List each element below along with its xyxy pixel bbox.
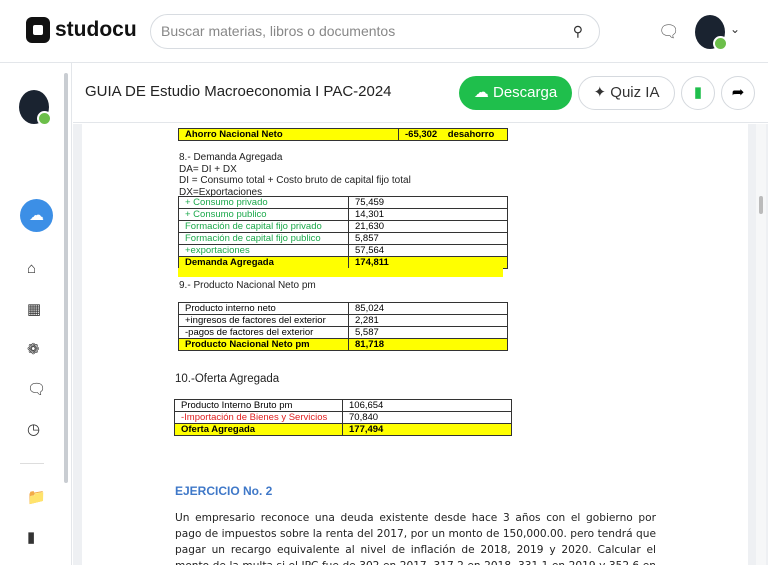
bookmark-icon: ▮ bbox=[693, 84, 703, 101]
quiz-ai-button[interactable]: ✦ Quiz IA bbox=[578, 76, 675, 110]
cell-label: Demanda Agregada bbox=[178, 256, 349, 269]
chat-icon[interactable]: 🗨 bbox=[27, 380, 46, 398]
download-button[interactable]: ☁ Descarga bbox=[459, 76, 572, 110]
cell-label: Oferta Agregada bbox=[174, 423, 343, 436]
save-button[interactable]: ▮ bbox=[681, 76, 715, 110]
share-button[interactable]: ➦ bbox=[721, 76, 755, 110]
cell-label: -pagos de factores del exterior bbox=[178, 326, 349, 339]
cell-value: 57,564 bbox=[348, 244, 508, 257]
brand-name: studocu bbox=[55, 18, 137, 41]
user-avatar[interactable] bbox=[695, 15, 728, 51]
cell-value: 106,654 bbox=[342, 399, 512, 412]
divider bbox=[20, 463, 44, 464]
exercise-text: Un empresario reconoce una deuda existen… bbox=[175, 512, 656, 565]
cell-label: + Consumo privado bbox=[178, 196, 349, 209]
logo-icon bbox=[26, 17, 50, 43]
ahorro-note: desahorro bbox=[447, 129, 495, 140]
scroll-thumb[interactable] bbox=[759, 196, 763, 214]
home-icon[interactable]: ⌂ bbox=[27, 260, 36, 277]
cell-label: Ahorro Nacional Neto bbox=[178, 128, 399, 141]
cloud-download-icon: ☁ bbox=[473, 84, 493, 101]
top-header: studocu Buscar materias, libros o docume… bbox=[0, 0, 768, 63]
sidebar-scrollbar[interactable] bbox=[64, 73, 68, 483]
formula-line: DA= DI + DX bbox=[179, 163, 237, 175]
cell-value: 70,840 bbox=[342, 411, 512, 424]
section-8: 8.- Demanda Agregada DA= DI + DX DI = Co… bbox=[179, 152, 411, 198]
cell-value: 5,857 bbox=[348, 232, 508, 245]
folder-icon[interactable]: 📁 bbox=[27, 488, 46, 506]
cell-value: 21,630 bbox=[348, 220, 508, 233]
chat-icon[interactable]: 🗨 bbox=[658, 22, 680, 42]
cell-label: Producto Interno Bruto pm bbox=[174, 399, 343, 412]
highlight-bar bbox=[178, 268, 503, 277]
cell-value: -65,302 desahorro bbox=[398, 128, 508, 141]
section-title: 9.- Producto Nacional Neto pm bbox=[179, 280, 316, 291]
sidebar-avatar[interactable] bbox=[19, 90, 52, 126]
download-label: Descarga bbox=[492, 84, 558, 101]
cell-value: 177,494 bbox=[342, 423, 512, 436]
cell-value: 174,811 bbox=[348, 256, 508, 269]
share-icon: ➦ bbox=[731, 84, 745, 101]
ahorro-table: Ahorro Nacional Neto -65,302 desahorro bbox=[178, 128, 508, 141]
search-placeholder: Buscar materias, libros o documentos bbox=[161, 23, 396, 39]
formula-line: DI = Consumo total + Costo bruto de capi… bbox=[179, 175, 411, 186]
demanda-table: + Consumo privado 75,459 + Consumo public… bbox=[178, 196, 508, 269]
studocu-logo[interactable]: studocu bbox=[26, 17, 137, 43]
document-title: GUIA DE Estudio Macroeconomia I PAC-2024 bbox=[85, 83, 392, 100]
document-scrollbar[interactable] bbox=[756, 124, 766, 565]
cell-label: +exportaciones bbox=[178, 244, 349, 257]
cell-label: Producto Nacional Neto pm bbox=[178, 338, 349, 351]
exercise-heading: EJERCICIO No. 2 bbox=[175, 484, 273, 498]
cell-label: Formación de capital fijo privado bbox=[178, 220, 349, 233]
cell-value: 81,718 bbox=[348, 338, 508, 351]
chevron-down-icon[interactable]: ⌄ bbox=[730, 22, 740, 36]
document-page: Ahorro Nacional Neto -65,302 desahorro 8.… bbox=[82, 124, 748, 565]
cell-label: Producto interno neto bbox=[178, 302, 349, 315]
cell-value: 2,281 bbox=[348, 314, 508, 327]
search-input[interactable]: Buscar materias, libros o documentos ⚲ bbox=[150, 14, 600, 49]
sidebar: ☁ ⌂ ▦ ❁ 🗨 ◷ 📁 ▮ bbox=[0, 63, 72, 565]
cell-value: 75,459 bbox=[348, 196, 508, 209]
cell-value: 85,024 bbox=[348, 302, 508, 315]
section-title: 8.- Demanda Agregada bbox=[179, 152, 283, 163]
cell-value: 14,301 bbox=[348, 208, 508, 221]
book-icon[interactable]: ▮ bbox=[27, 528, 35, 546]
document-viewer: Ahorro Nacional Neto -65,302 desahorro 8.… bbox=[73, 124, 768, 565]
ahorro-value: -65,302 bbox=[405, 129, 438, 140]
library-icon[interactable]: ▦ bbox=[27, 300, 41, 318]
cell-label: +ingresos de factores del exterior bbox=[178, 314, 349, 327]
search-icon[interactable]: ⚲ bbox=[573, 15, 583, 48]
cell-label: Formación de capital fijo publico bbox=[178, 232, 349, 245]
cell-value: 5,587 bbox=[348, 326, 508, 339]
brain-icon[interactable]: ❁ bbox=[27, 340, 40, 358]
quiz-label: Quiz IA bbox=[610, 84, 660, 101]
oferta-table: Producto Interno Bruto pm 106,654 -Import… bbox=[174, 399, 512, 436]
sparkle-icon: ✦ bbox=[593, 84, 611, 101]
upload-button[interactable]: ☁ bbox=[20, 199, 53, 232]
document-toolbar: GUIA DE Estudio Macroeconomia I PAC-2024… bbox=[73, 63, 768, 123]
section-title: 10.-Oferta Agregada bbox=[175, 373, 280, 385]
cell-label: + Consumo publico bbox=[178, 208, 349, 221]
clock-icon[interactable]: ◷ bbox=[27, 420, 40, 438]
pnn-table: Producto interno neto 85,024 +ingresos de… bbox=[178, 302, 508, 351]
cell-label: -Importación de Bienes y Servicios bbox=[174, 411, 343, 424]
